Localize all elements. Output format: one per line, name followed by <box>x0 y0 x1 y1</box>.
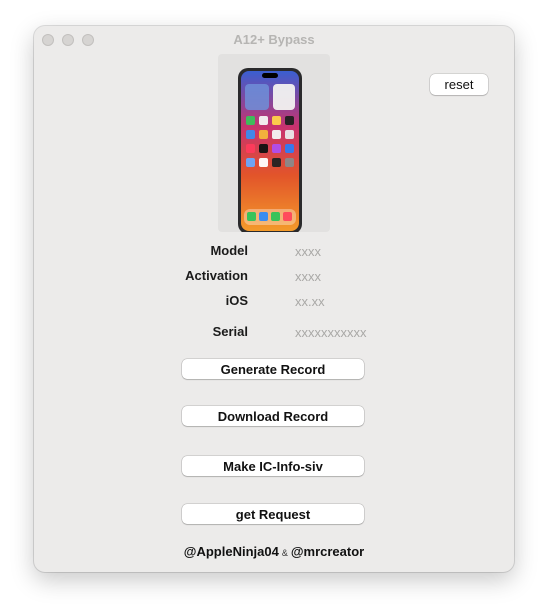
serial-label: Serial <box>212 324 248 339</box>
credit-user-2: @mrcreator <box>290 544 365 559</box>
window-title: A12+ Bypass <box>233 32 315 47</box>
reset-button[interactable]: reset <box>430 74 488 95</box>
get-request-button[interactable]: get Request <box>182 504 364 524</box>
activation-label: Activation <box>185 268 248 283</box>
download-record-button[interactable]: Download Record <box>182 406 364 426</box>
credit-ampersand: & <box>281 548 288 558</box>
ios-value: xx.xx <box>295 294 325 309</box>
model-label: Model <box>210 243 248 258</box>
credit-user-1: @AppleNinja04 <box>183 544 279 559</box>
credits-footer: @AppleNinja04 & @mrcreator <box>34 544 514 559</box>
serial-value: xxxxxxxxxxx <box>295 325 367 340</box>
title-bar: A12+ Bypass <box>34 26 514 54</box>
make-ic-info-siv-button[interactable]: Make IC-Info-siv <box>182 456 364 476</box>
activation-value: xxxx <box>295 269 321 284</box>
generate-record-button[interactable]: Generate Record <box>182 359 364 379</box>
iphone-device-icon <box>218 54 330 232</box>
model-value: xxxx <box>295 244 321 259</box>
app-window: A12+ Bypass reset Model xxxx Activation … <box>34 26 514 572</box>
ios-label: iOS <box>225 293 248 308</box>
